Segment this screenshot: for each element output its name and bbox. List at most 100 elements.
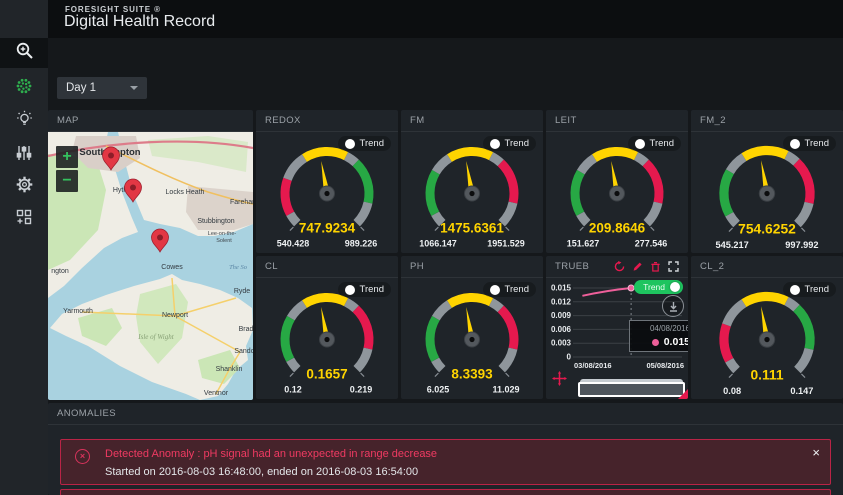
map-label: Isle of Wight: [137, 333, 174, 341]
close-icon[interactable]: ×: [812, 445, 820, 460]
resize-handle[interactable]: [678, 389, 688, 399]
map-label: Sandow: [234, 348, 253, 355]
panel-redox: REDOX Trend 747.9234 540.428 989.226: [256, 110, 398, 253]
top-header: FORESIGHT SUITE ® Digital Health Record: [48, 0, 843, 38]
map-label: Ryde: [234, 288, 250, 295]
expand-icon[interactable]: [668, 261, 679, 272]
gauge-value: 747.9234: [299, 221, 356, 236]
trend-toggle[interactable]: Trend: [483, 282, 536, 297]
refresh-icon[interactable]: [614, 261, 625, 272]
sidebar-item-settings[interactable]: [0, 171, 48, 203]
trend-toggle[interactable]: Trend: [338, 282, 391, 297]
page-title: Digital Health Record: [64, 13, 215, 31]
panel-fm: FM Trend 1475.6361 1066.147 1951.529: [401, 110, 543, 253]
gauge-value: 0.1657: [306, 367, 347, 382]
trueb-chart[interactable]: 0.0150.0120.0090.0060.003003/08/201605/0…: [546, 278, 688, 399]
map-label: Shanklin: [216, 366, 243, 373]
trend-toggle-on[interactable]: Trend: [634, 280, 683, 294]
map-label: Newport: [162, 312, 188, 319]
svg-text:03/08/2016: 03/08/2016: [574, 361, 612, 370]
map-label: Locks Heath: [166, 189, 205, 196]
gauge-min-label: 1066.147: [419, 239, 457, 249]
map-canvas[interactable]: SouthamptonHytheLocks HeathFarehamStubbi…: [48, 132, 253, 400]
sidebar-item-cluster[interactable]: [0, 72, 48, 104]
map-label: Brad: [239, 326, 253, 333]
svg-text:0.015: 0.015: [551, 284, 572, 293]
panel-title: CL_2: [691, 256, 843, 278]
edit-icon[interactable]: [632, 261, 643, 272]
gauge-min-label: 545.217: [715, 240, 748, 250]
gauge-value: 0.111: [750, 367, 783, 383]
panel-leit: LEIT Trend 209.8646 151.627 277.546: [546, 110, 688, 253]
panel-title: PH: [401, 256, 543, 278]
toggle-knob-icon: [790, 285, 800, 295]
gauge-max-label: 11.029: [492, 385, 519, 395]
svg-text:0.003: 0.003: [551, 339, 572, 348]
range-slider[interactable]: [578, 379, 685, 396]
gauge-min-label: 151.627: [567, 239, 600, 249]
sidebar-item-insights[interactable]: [0, 106, 48, 138]
map-label: ngton: [51, 268, 69, 275]
anomaly-alert: × Detected Anomaly : pH signal had an un…: [60, 439, 831, 485]
gear-icon: [15, 175, 34, 199]
gauge-min-label: 540.428: [277, 239, 310, 249]
gauge-value: 8.3393: [451, 367, 493, 382]
svg-text:0.006: 0.006: [551, 325, 572, 334]
trend-toggle[interactable]: Trend: [338, 136, 391, 151]
panel-title: FM_2: [691, 110, 843, 132]
panel-title: FM: [401, 110, 543, 132]
sidebar-item-add-widget[interactable]: [0, 203, 48, 235]
toggle-knob-icon: [345, 285, 355, 295]
lightbulb-icon: [15, 110, 34, 134]
toggle-knob-icon: [490, 139, 500, 149]
svg-text:05/08/2016: 05/08/2016: [646, 361, 684, 370]
panel-title: TRUEB: [546, 256, 688, 278]
cluster-dots-icon: [14, 76, 34, 101]
chevron-down-icon: [130, 86, 138, 90]
panel-cl2: CL_2 Trend 0.1110.080.147: [691, 256, 843, 399]
svg-text:0.009: 0.009: [551, 311, 572, 320]
trend-toggle[interactable]: Trend: [628, 136, 681, 151]
chart-tooltip: 04/08/2016 0.015: [629, 320, 688, 352]
map-label: Yarmouth: [63, 308, 93, 315]
map-label: Ventnor: [204, 390, 229, 397]
anomaly-message: Detected Anomaly : pH signal had an unex…: [105, 448, 437, 460]
map-zoom-out-button[interactable]: −: [56, 170, 78, 192]
map-label: The So: [229, 264, 248, 271]
map-zoom-in-button[interactable]: +: [56, 146, 78, 168]
download-icon[interactable]: [662, 295, 684, 317]
panel-title: REDOX: [256, 110, 398, 132]
toggle-knob-icon: [790, 139, 800, 149]
map-panel-title: MAP: [48, 110, 253, 132]
tooltip-date: 04/08/2016: [635, 324, 688, 333]
move-crosshair-icon[interactable]: [552, 371, 567, 391]
slider-selection[interactable]: [578, 382, 685, 397]
panel-title: LEIT: [546, 110, 688, 132]
gauge-value: 754.6252: [738, 221, 796, 237]
circled-x-icon: ×: [75, 449, 90, 464]
gauge-value: 1475.6361: [440, 221, 504, 236]
gauge-value: 209.8646: [589, 221, 646, 236]
trend-toggle[interactable]: Trend: [783, 136, 836, 151]
sidebar-item-search[interactable]: [0, 38, 48, 68]
toggle-knob-icon: [345, 139, 355, 149]
trend-toggle[interactable]: Trend: [783, 282, 836, 297]
gauge-max-label: 1951.529: [487, 239, 525, 249]
gauge-max-label: 277.546: [635, 239, 668, 249]
magnifier-plus-icon: [15, 41, 34, 65]
sidebar-item-filters[interactable]: [0, 139, 48, 171]
trend-toggle[interactable]: Trend: [483, 136, 536, 151]
trend-line: [582, 288, 631, 296]
gauge-max-label: 989.226: [345, 239, 378, 249]
day-selector-value: Day 1: [66, 82, 130, 94]
toggle-knob-icon: [490, 285, 500, 295]
series-dot-icon: [652, 339, 659, 346]
gauge-min-label: 0.08: [723, 386, 741, 396]
anomalies-panel-title: ANOMALIES: [48, 403, 843, 425]
day-selector-dropdown[interactable]: Day 1: [57, 77, 147, 99]
sidebar: [0, 0, 48, 495]
delete-icon[interactable]: [650, 261, 661, 272]
svg-text:0.012: 0.012: [551, 297, 572, 306]
panel-map: MAP SouthamptonHytheLocks HeathFarehamSt…: [48, 110, 253, 400]
gauge-max-label: 997.992: [785, 240, 818, 250]
